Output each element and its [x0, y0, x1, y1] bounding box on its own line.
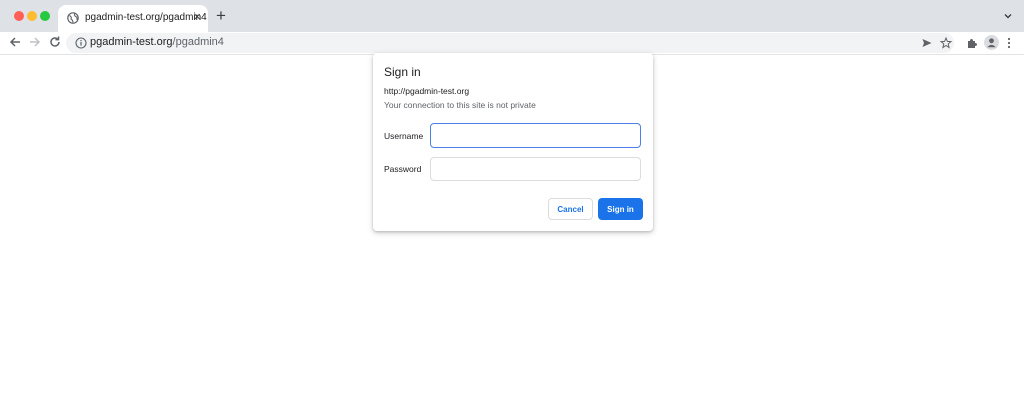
bookmark-star-icon[interactable] — [940, 37, 952, 49]
dialog-host: http://pgadmin-test.org — [384, 86, 470, 96]
back-arrow-icon[interactable] — [8, 35, 22, 49]
minimize-window-button[interactable] — [27, 11, 37, 21]
password-input[interactable] — [430, 157, 641, 181]
profile-avatar-icon[interactable] — [984, 35, 999, 50]
tab-strip: pgadmin-test.org/pgadmin4 × + — [0, 0, 1024, 32]
url-path: /pgadmin4 — [172, 36, 224, 48]
new-tab-button[interactable]: + — [216, 7, 226, 24]
reload-icon[interactable] — [48, 35, 62, 49]
dialog-warning: Your connection to this site is not priv… — [384, 100, 536, 110]
address-bar[interactable]: pgadmin-test.org/pgadmin4 — [66, 33, 954, 53]
forward-arrow-icon[interactable] — [28, 35, 42, 49]
info-icon[interactable] — [75, 37, 87, 49]
sign-in-dialog: Sign in http://pgadmin-test.org Your con… — [373, 53, 653, 231]
url-host: pgadmin-test.org — [90, 36, 173, 48]
tab-title: pgadmin-test.org/pgadmin4 — [85, 12, 207, 23]
extensions-puzzle-icon[interactable] — [966, 37, 978, 49]
send-icon[interactable] — [921, 37, 933, 49]
dialog-title: Sign in — [384, 65, 421, 79]
username-label: Username — [384, 131, 424, 141]
username-input[interactable] — [430, 123, 641, 148]
menu-kebab-icon[interactable] — [1006, 36, 1012, 50]
close-window-button[interactable] — [14, 11, 24, 21]
password-label: Password — [384, 164, 422, 174]
cancel-button[interactable]: Cancel — [548, 198, 593, 220]
browser-tab[interactable]: pgadmin-test.org/pgadmin4 × — [58, 5, 208, 32]
maximize-window-button[interactable] — [40, 11, 50, 21]
browser-toolbar: pgadmin-test.org/pgadmin4 — [0, 32, 1024, 55]
globe-icon — [67, 12, 79, 24]
url-text: pgadmin-test.org/pgadmin4 — [90, 36, 224, 48]
tab-close-button[interactable]: × — [193, 10, 201, 24]
chevron-down-icon[interactable] — [1002, 10, 1014, 22]
sign-in-button[interactable]: Sign in — [598, 198, 643, 220]
